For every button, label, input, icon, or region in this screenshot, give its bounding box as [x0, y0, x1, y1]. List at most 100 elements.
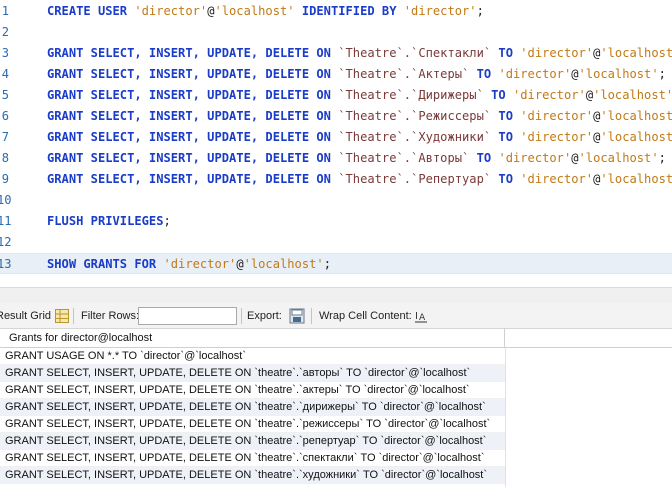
code-token: 'localhost': [600, 46, 672, 60]
line-number: 2: [1, 25, 9, 39]
code-token: TO: [491, 109, 521, 123]
code-text: GRANT SELECT, INSERT, UPDATE, DELETE ON …: [47, 85, 672, 106]
line-number: 7: [1, 130, 9, 144]
table-row[interactable]: GRANT SELECT, INSERT, UPDATE, DELETE ON …: [0, 416, 505, 433]
code-token: 'localhost': [600, 172, 672, 186]
grid-header: Grants for director@localhost: [0, 329, 672, 348]
code-text: CREATE USER 'director'@'localhost' IDENT…: [47, 1, 484, 22]
code-token: IDENTIFIED BY: [294, 4, 404, 18]
code-text: GRANT SELECT, INSERT, UPDATE, DELETE ON …: [47, 106, 672, 127]
code-token: GRANT SELECT, INSERT, UPDATE, DELETE ON: [47, 67, 339, 81]
code-line[interactable]: 11 FLUSH PRIVILEGES;: [0, 211, 672, 232]
code-text: GRANT SELECT, INSERT, UPDATE, DELETE ON …: [47, 148, 666, 169]
table-row[interactable]: GRANT SELECT, INSERT, UPDATE, DELETE ON …: [0, 450, 505, 467]
code-token: 'localhost': [243, 257, 324, 271]
code-token: TO: [483, 88, 513, 102]
code-token: TO: [469, 151, 499, 165]
code-token: 'localhost': [578, 67, 659, 81]
code-token: GRANT SELECT, INSERT, UPDATE, DELETE ON: [47, 46, 339, 60]
code-text: GRANT SELECT, INSERT, UPDATE, DELETE ON …: [47, 169, 672, 190]
toolbar-divider: [241, 308, 242, 324]
code-token: @: [585, 88, 594, 102]
code-token: TO: [469, 67, 499, 81]
code-token: 'director': [134, 4, 208, 18]
code-token: @: [571, 151, 579, 165]
code-token: 'director': [520, 109, 594, 123]
code-token: 'director': [498, 67, 572, 81]
code-line[interactable]: 1 CREATE USER 'director'@'localhost' IDEN…: [0, 1, 672, 22]
code-token: @: [236, 257, 244, 271]
code-token: 'director': [403, 4, 477, 18]
line-number: 5: [1, 88, 9, 102]
code-token: FLUSH PRIVILEGES: [47, 214, 164, 228]
panel-splitter[interactable]: [0, 287, 672, 303]
code-token: `Theatre`.`Авторы`: [338, 151, 470, 165]
line-number: 8: [1, 151, 9, 165]
line-number: 12: [0, 235, 12, 249]
code-token: GRANT SELECT, INSERT, UPDATE, DELETE ON: [47, 88, 339, 102]
line-number: 13: [0, 257, 12, 271]
code-token: 'director': [520, 172, 594, 186]
code-line[interactable]: 3 GRANT SELECT, INSERT, UPDATE, DELETE ON…: [0, 43, 672, 64]
line-number: 3: [1, 46, 9, 60]
code-line[interactable]: 9 GRANT SELECT, INSERT, UPDATE, DELETE ON…: [0, 169, 672, 190]
code-token: ;: [658, 67, 666, 81]
line-number: 10: [0, 193, 12, 207]
wrap-icon[interactable]: I A: [414, 309, 428, 323]
sql-editor[interactable]: 1 CREATE USER 'director'@'localhost' IDEN…: [0, 0, 672, 287]
table-row[interactable]: GRANT SELECT, INSERT, UPDATE, DELETE ON …: [0, 433, 505, 450]
code-token: `Theatre`.`Репертуар`: [338, 172, 492, 186]
code-token: ;: [658, 151, 666, 165]
code-token: TO: [491, 172, 521, 186]
code-line[interactable]: 4 GRANT SELECT, INSERT, UPDATE, DELETE ON…: [0, 64, 672, 85]
svg-text:I: I: [415, 311, 418, 322]
code-token: SHOW GRANTS FOR: [47, 257, 164, 271]
line-number: 11: [0, 214, 12, 228]
code-token: 'director': [520, 130, 594, 144]
code-line[interactable]: 10: [0, 190, 672, 211]
code-token: 'director': [513, 88, 586, 102]
code-token: ;: [323, 257, 331, 271]
code-token: 'localhost': [214, 4, 295, 18]
code-text: GRANT SELECT, INSERT, UPDATE, DELETE ON …: [47, 127, 672, 148]
table-row[interactable]: GRANT USAGE ON *.* TO `director`@`localh…: [0, 348, 505, 365]
table-row[interactable]: GRANT SELECT, INSERT, UPDATE, DELETE ON …: [0, 382, 505, 399]
toolbar-divider: [311, 308, 312, 324]
column-divider: [505, 348, 506, 487]
code-token: @: [571, 67, 579, 81]
code-line[interactable]: 5 GRANT SELECT, INSERT, UPDATE, DELETE ON…: [0, 85, 672, 106]
result-toolbar: Result Grid Filter Rows: Export: Wrap Ce…: [0, 303, 672, 329]
code-line[interactable]: 13 SHOW GRANTS FOR 'director'@'localhost'…: [0, 253, 672, 274]
code-line[interactable]: 8 GRANT SELECT, INSERT, UPDATE, DELETE ON…: [0, 148, 672, 169]
table-row[interactable]: GRANT SELECT, INSERT, UPDATE, DELETE ON …: [0, 399, 505, 416]
filter-rows-label: Filter Rows:: [81, 310, 140, 322]
table-row[interactable]: GRANT SELECT, INSERT, UPDATE, DELETE ON …: [0, 467, 505, 484]
line-number: 1: [1, 4, 9, 18]
result-grid[interactable]: Grants for director@localhost GRANT USAG…: [0, 329, 672, 487]
code-token: CREATE USER: [47, 4, 135, 18]
code-token: TO: [491, 130, 521, 144]
code-token: 'localhost': [593, 88, 672, 102]
line-number: 9: [1, 172, 9, 186]
result-grid-tab[interactable]: Result Grid: [0, 303, 51, 329]
export-label: Export:: [247, 310, 282, 322]
table-row[interactable]: GRANT SELECT, INSERT, UPDATE, DELETE ON …: [0, 365, 505, 382]
code-line[interactable]: 6 GRANT SELECT, INSERT, UPDATE, DELETE ON…: [0, 106, 672, 127]
wrap-cell-content-label: Wrap Cell Content:: [319, 310, 412, 322]
code-line[interactable]: 2: [0, 22, 672, 43]
column-header-grants[interactable]: Grants for director@localhost: [0, 329, 505, 348]
export-icon[interactable]: [289, 308, 305, 324]
code-token: `Theatre`.`Спектакли`: [338, 46, 492, 60]
code-line[interactable]: 7 GRANT SELECT, INSERT, UPDATE, DELETE ON…: [0, 127, 672, 148]
code-text: SHOW GRANTS FOR 'director'@'localhost';: [47, 254, 331, 275]
code-token: 'director': [163, 257, 237, 271]
code-token: 'localhost': [600, 109, 672, 123]
grid-icon[interactable]: [55, 309, 69, 323]
code-line[interactable]: 12: [0, 232, 672, 253]
filter-rows-input[interactable]: [138, 307, 237, 325]
code-token: 'localhost': [578, 151, 659, 165]
line-number: 4: [1, 67, 9, 81]
code-token: GRANT SELECT, INSERT, UPDATE, DELETE ON: [47, 151, 339, 165]
code-text: FLUSH PRIVILEGES;: [47, 211, 171, 232]
line-number: 6: [1, 109, 9, 123]
